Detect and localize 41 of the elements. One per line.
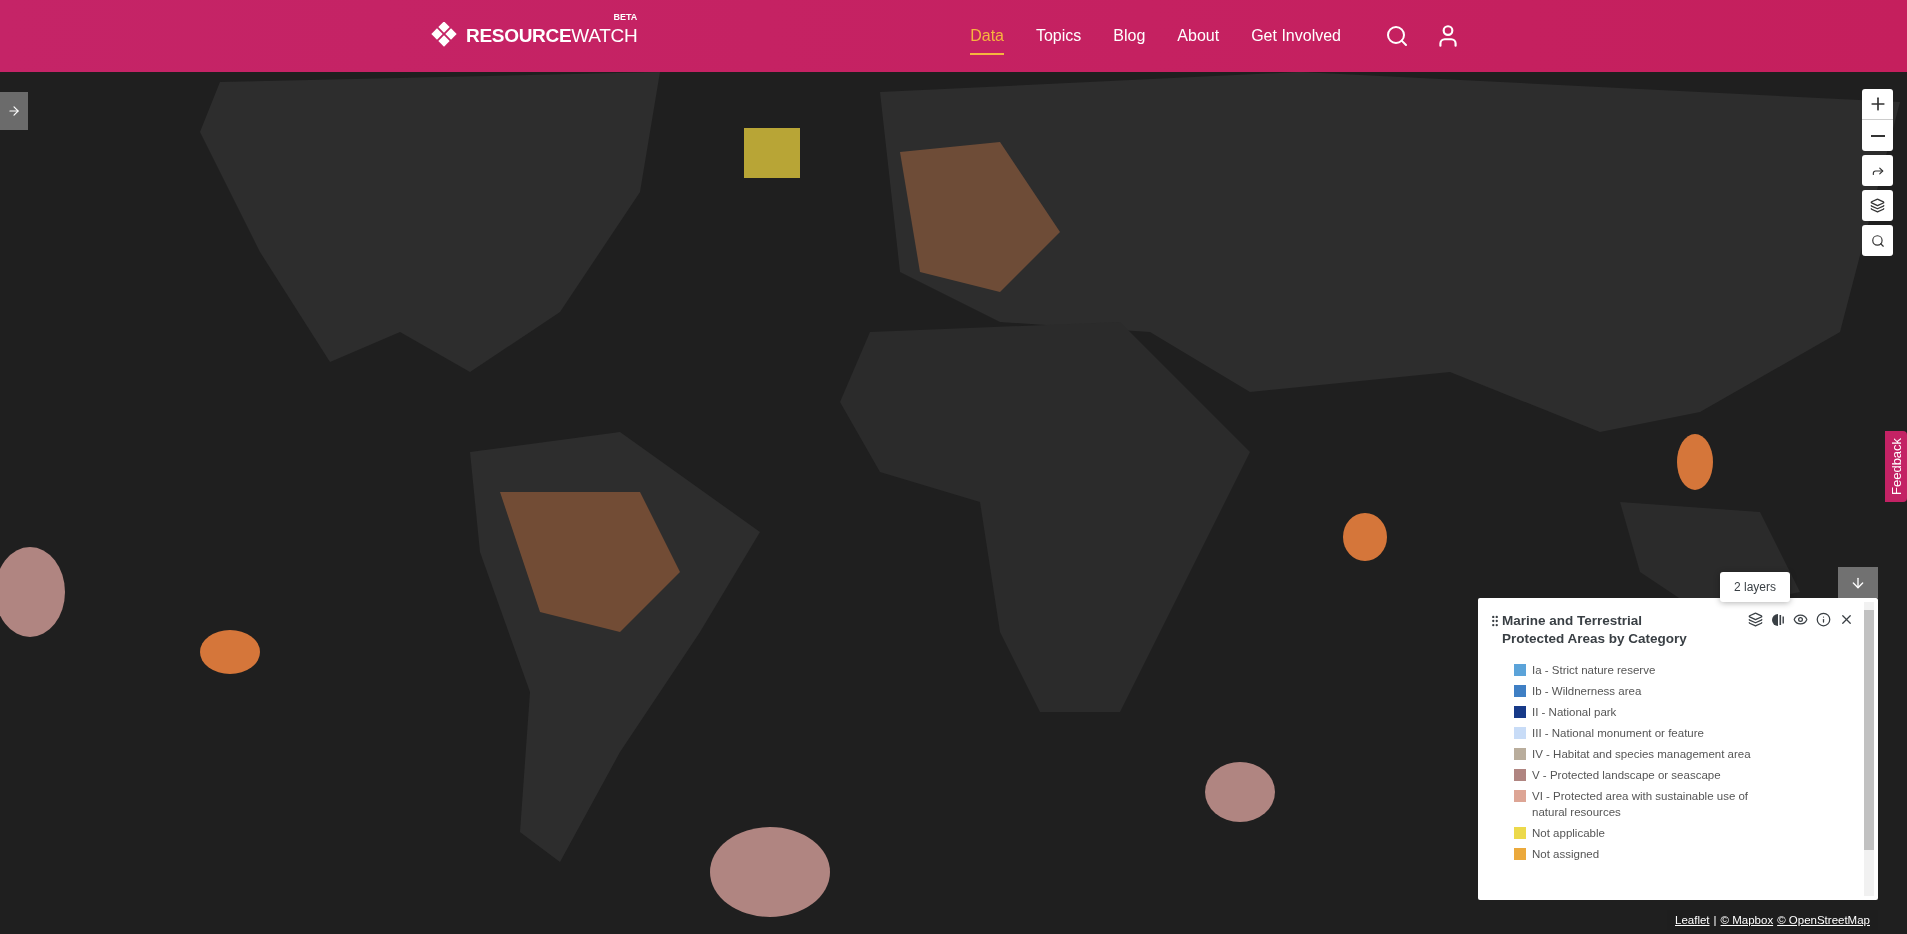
nav-link[interactable]: Topics bbox=[1035, 17, 1082, 55]
legend-label: Ib - Wildnerness area bbox=[1532, 684, 1643, 699]
zoom-out-button[interactable] bbox=[1862, 120, 1893, 151]
basemap-button[interactable] bbox=[1862, 190, 1893, 221]
legend-label: VI - Protected area with sustainable use of natural resources bbox=[1532, 789, 1750, 820]
collapse-legend-button[interactable] bbox=[1838, 567, 1878, 598]
opacity-icon[interactable] bbox=[1771, 612, 1785, 627]
legend-label: Not applicable bbox=[1532, 826, 1606, 841]
nav-link[interactable]: Get Involved bbox=[1251, 17, 1341, 55]
feedback-tab[interactable]: Feedback bbox=[1885, 431, 1907, 502]
tooltip: 2 layers bbox=[1720, 572, 1791, 602]
arrow-right-icon bbox=[7, 104, 21, 118]
search-button[interactable] bbox=[1862, 225, 1893, 256]
legend-label: Ia - Strict nature reserve bbox=[1532, 663, 1657, 678]
share-button[interactable] bbox=[1862, 155, 1893, 186]
legend-label: IV - Habitat and species management area bbox=[1532, 747, 1752, 762]
nav-link[interactable]: About bbox=[1177, 17, 1220, 55]
separator: | bbox=[1713, 914, 1717, 926]
beta-label: BETA bbox=[613, 12, 638, 22]
search-icon bbox=[1870, 233, 1885, 248]
attribution-link[interactable]: © OpenStreetMap bbox=[1777, 914, 1870, 926]
nav-link[interactable]: Data bbox=[970, 17, 1004, 55]
minus-icon bbox=[1870, 134, 1885, 137]
search-icon bbox=[1385, 24, 1409, 48]
legend-label: V - Protected landscape or seascape bbox=[1532, 768, 1722, 783]
close-icon[interactable] bbox=[1839, 612, 1854, 627]
legend-title: Marine and Terrestrial Protected Areas by Category bbox=[1502, 612, 1688, 648]
logo-text[interactable]: RESOURCEWATCH bbox=[466, 25, 638, 47]
legend-label: III - National monument or feature bbox=[1532, 726, 1705, 741]
legend-label: Not assigned bbox=[1532, 847, 1601, 862]
layers-icon bbox=[1870, 198, 1885, 213]
attribution-link[interactable]: Leaflet bbox=[1675, 914, 1710, 926]
visibility-icon[interactable] bbox=[1793, 612, 1808, 627]
nav-link[interactable]: Blog bbox=[1113, 17, 1146, 55]
scrollbar[interactable] bbox=[1864, 602, 1874, 896]
expand-sidebar-button[interactable] bbox=[0, 92, 28, 130]
info-icon[interactable] bbox=[1816, 612, 1831, 627]
attribution-link[interactable]: © Mapbox bbox=[1720, 914, 1774, 926]
zoom-in-button[interactable] bbox=[1862, 89, 1893, 120]
legend-label: II - National park bbox=[1532, 705, 1618, 720]
layers-icon[interactable] bbox=[1748, 612, 1763, 627]
